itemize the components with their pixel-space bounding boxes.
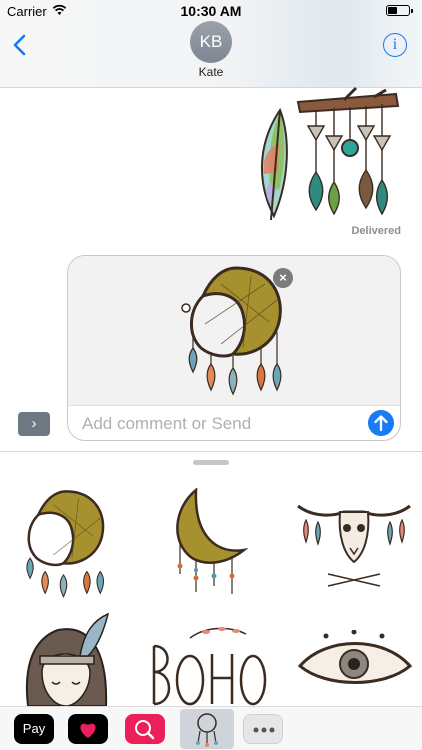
status-time: 10:30 AM <box>180 3 242 19</box>
sticker-bull-skull[interactable] <box>294 496 414 592</box>
compose-field[interactable]: × <box>67 255 401 441</box>
images-search-app-button[interactable] <box>125 714 165 744</box>
delivered-status: Delivered <box>351 225 401 237</box>
apple-pay-label: Pay <box>22 721 46 736</box>
dreamcatcher-app-icon <box>196 713 218 747</box>
sticker-preview-area: × <box>68 256 400 406</box>
info-icon[interactable]: i <box>383 33 407 57</box>
sticker-crescent-moon[interactable] <box>166 488 252 600</box>
boho-sticker-app-button[interactable] <box>180 709 234 749</box>
drawer-grabber[interactable] <box>193 460 229 465</box>
digital-touch-app-button[interactable] <box>68 714 108 744</box>
send-arrow-icon[interactable] <box>368 410 394 436</box>
app-strip: Pay <box>0 706 422 750</box>
sticker-eye[interactable] <box>296 630 414 696</box>
contact-avatar[interactable]: KB <box>190 21 232 63</box>
comment-input[interactable] <box>82 414 362 434</box>
sticker-boho-girl[interactable] <box>18 612 114 706</box>
sticker-app-drawer: Pay <box>0 451 422 750</box>
remove-sticker-icon[interactable]: × <box>273 268 293 288</box>
more-apps-button[interactable] <box>243 714 283 744</box>
ellipsis-icon <box>253 727 275 733</box>
expand-chevron-icon[interactable]: › <box>18 412 50 436</box>
back-chevron-icon[interactable] <box>10 34 30 56</box>
contact-name[interactable]: Kate <box>0 65 422 79</box>
sticker-boho-lettering[interactable] <box>150 624 268 706</box>
battery-icon <box>386 5 413 16</box>
sent-sticker-feather-dreamcatcher[interactable] <box>246 86 406 222</box>
sticker-dreamcatcher[interactable] <box>18 488 114 600</box>
search-globe-icon <box>135 720 155 740</box>
apple-pay-app-button[interactable]: Pay <box>14 714 54 744</box>
status-bar: Carrier 10:30 AM <box>0 0 422 22</box>
heart-icon <box>80 723 96 738</box>
navigation-header: Carrier 10:30 AM KB Kate i <box>0 0 422 88</box>
